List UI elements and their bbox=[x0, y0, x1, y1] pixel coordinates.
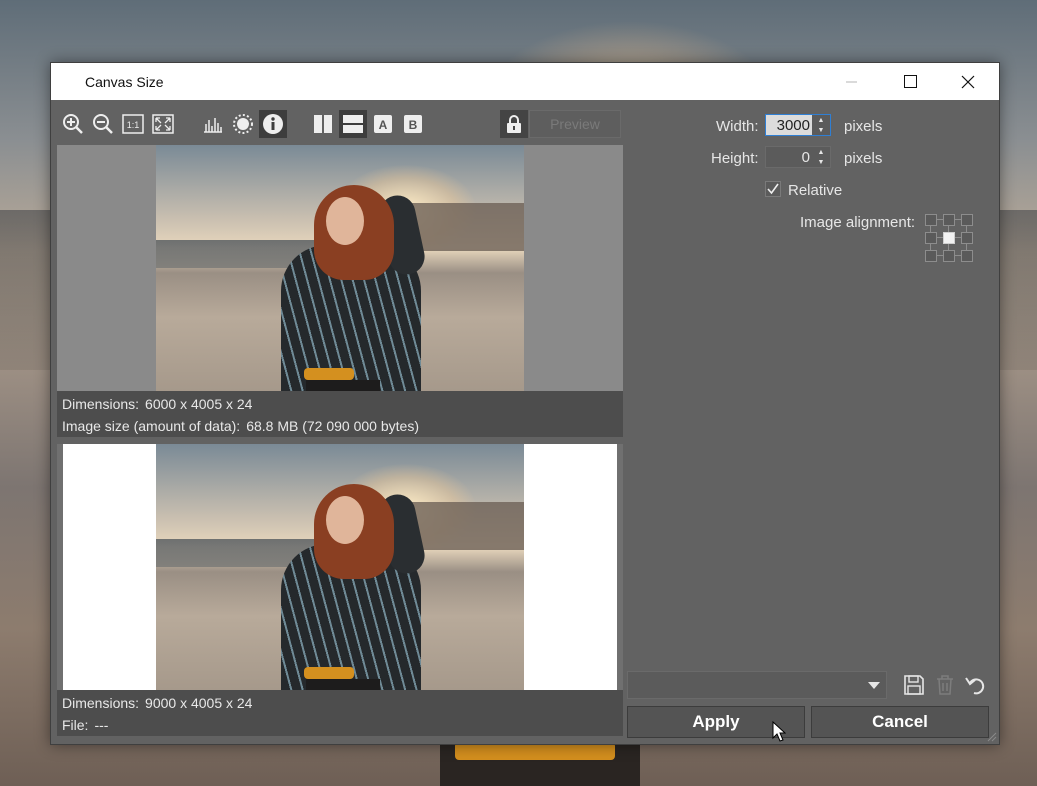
view-a-button[interactable]: A bbox=[369, 110, 397, 138]
width-increment[interactable]: ▲ bbox=[812, 115, 830, 125]
fit-to-window-icon bbox=[152, 114, 174, 134]
result-dimensions-label: Dimensions: bbox=[62, 695, 140, 711]
original-dimensions-value: 6000 x 4005 x 24 bbox=[145, 396, 253, 412]
original-info-panel: Dimensions: 6000 x 4005 x 24 Image size (… bbox=[57, 391, 623, 437]
align-bottom-center[interactable] bbox=[943, 250, 955, 262]
resize-grip-icon[interactable] bbox=[987, 732, 997, 742]
mouse-cursor-icon bbox=[772, 721, 786, 742]
chevron-down-icon bbox=[868, 682, 880, 689]
save-preset-button[interactable] bbox=[900, 671, 928, 699]
window-title: Canvas Size bbox=[85, 74, 164, 90]
align-top-left[interactable] bbox=[925, 214, 937, 226]
split-horizontal-button[interactable] bbox=[339, 110, 367, 138]
canvas-size-dialog: Canvas Size 1:1 A B Preview Dimensions: … bbox=[50, 62, 1000, 745]
checkmark-icon bbox=[767, 183, 779, 195]
b-text: B bbox=[409, 118, 418, 132]
split-vertical-button[interactable] bbox=[309, 110, 337, 138]
result-image bbox=[156, 444, 524, 690]
align-middle-right[interactable] bbox=[961, 232, 973, 244]
image-alignment-label: Image alignment: bbox=[800, 214, 916, 231]
brightness-icon bbox=[233, 114, 253, 134]
close-icon bbox=[961, 75, 975, 88]
height-unit: pixels bbox=[844, 150, 883, 167]
a-icon: A bbox=[374, 115, 392, 133]
height-label: Height: bbox=[711, 150, 759, 167]
original-image bbox=[156, 145, 524, 391]
original-preview[interactable] bbox=[57, 145, 623, 391]
width-unit: pixels bbox=[844, 118, 883, 135]
zoom-in-button[interactable] bbox=[59, 110, 87, 138]
zoom-out-button[interactable] bbox=[89, 110, 117, 138]
histogram-button[interactable] bbox=[199, 110, 227, 138]
lock-icon bbox=[507, 115, 521, 133]
actual-size-icon: 1:1 bbox=[122, 114, 144, 134]
info-icon bbox=[263, 114, 283, 134]
zoom-out-icon bbox=[93, 114, 113, 134]
info-button[interactable] bbox=[259, 110, 287, 138]
height-increment[interactable]: ▲ bbox=[812, 147, 830, 157]
align-top-right[interactable] bbox=[961, 214, 973, 226]
height-input[interactable] bbox=[766, 147, 812, 167]
maximize-icon bbox=[903, 75, 917, 88]
width-label: Width: bbox=[716, 118, 759, 135]
result-file-label: File: bbox=[62, 717, 89, 733]
align-top-center[interactable] bbox=[943, 214, 955, 226]
minimize-icon bbox=[846, 81, 857, 82]
align-bottom-right[interactable] bbox=[961, 250, 973, 262]
title-bar[interactable]: Canvas Size bbox=[51, 63, 999, 100]
brightness-button[interactable] bbox=[229, 110, 257, 138]
close-button[interactable] bbox=[945, 63, 991, 100]
result-dimensions-value: 9000 x 4005 x 24 bbox=[145, 695, 253, 711]
relative-checkbox[interactable] bbox=[765, 181, 781, 197]
minimize-button[interactable] bbox=[829, 63, 875, 100]
result-info-panel: Dimensions: 9000 x 4005 x 24 File: --- bbox=[57, 690, 623, 736]
trash-icon bbox=[937, 675, 953, 695]
height-spinbox[interactable]: ▲ ▼ bbox=[765, 146, 831, 168]
fit-to-window-button[interactable] bbox=[149, 110, 177, 138]
align-center[interactable] bbox=[943, 232, 955, 244]
cancel-button[interactable]: Cancel bbox=[811, 706, 989, 738]
undo-icon bbox=[965, 677, 985, 695]
actual-size-button[interactable]: 1:1 bbox=[119, 110, 147, 138]
histogram-icon bbox=[204, 118, 222, 133]
lock-button[interactable] bbox=[500, 110, 528, 138]
image-alignment-grid[interactable] bbox=[925, 214, 973, 262]
reset-button[interactable] bbox=[962, 671, 990, 699]
view-b-button[interactable]: B bbox=[399, 110, 427, 138]
a-text: A bbox=[379, 118, 388, 132]
width-decrement[interactable]: ▼ bbox=[812, 125, 830, 135]
split-vertical-icon bbox=[314, 115, 332, 133]
delete-preset-button[interactable] bbox=[931, 671, 959, 699]
preview-toolbar: 1:1 A B Preview bbox=[57, 108, 623, 140]
align-bottom-left[interactable] bbox=[925, 250, 937, 262]
relative-label[interactable]: Relative bbox=[788, 182, 842, 199]
result-file-value: --- bbox=[94, 717, 109, 733]
align-middle-left[interactable] bbox=[925, 232, 937, 244]
original-dimensions-label: Dimensions: bbox=[62, 396, 140, 412]
width-spinbox[interactable]: ▲ ▼ bbox=[765, 114, 831, 136]
maximize-button[interactable] bbox=[887, 63, 933, 100]
preview-button[interactable]: Preview bbox=[529, 110, 621, 138]
zoom-in-icon bbox=[63, 114, 83, 134]
result-preview[interactable] bbox=[57, 444, 623, 690]
height-decrement[interactable]: ▼ bbox=[812, 157, 830, 167]
split-horizontal-icon bbox=[343, 115, 363, 133]
save-icon bbox=[904, 675, 924, 695]
original-size-label: Image size (amount of data): bbox=[62, 418, 241, 434]
original-size-value: 68.8 MB (72 090 000 bytes) bbox=[246, 418, 419, 434]
width-input[interactable] bbox=[766, 115, 812, 135]
b-icon: B bbox=[404, 115, 422, 133]
preset-dropdown[interactable] bbox=[627, 671, 887, 699]
actual-size-text: 1:1 bbox=[127, 120, 140, 130]
